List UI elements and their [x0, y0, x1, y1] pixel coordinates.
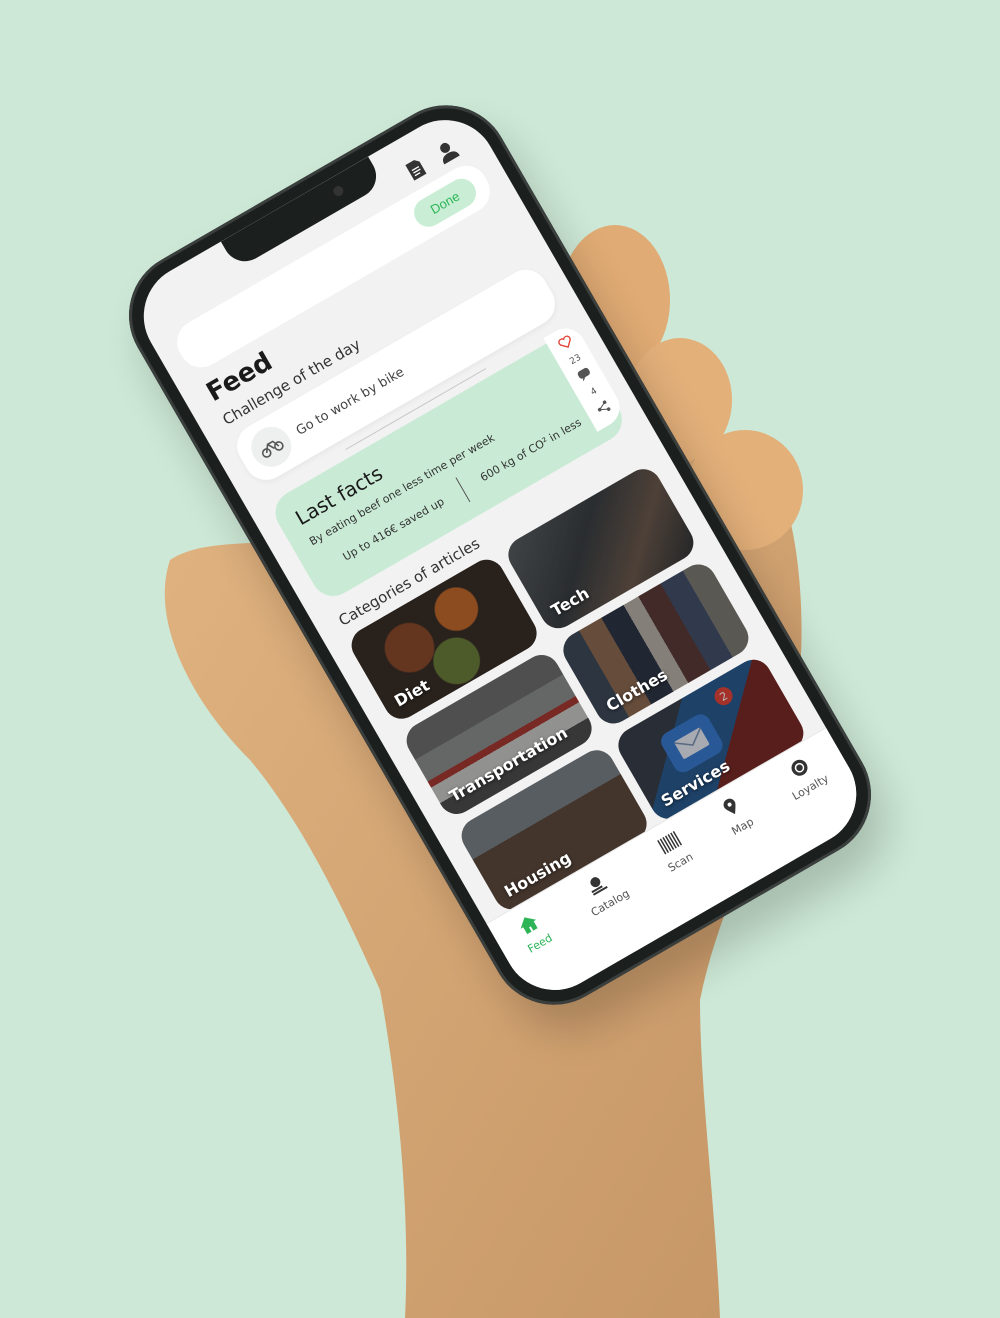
map-pin-icon — [721, 796, 744, 821]
phone-mockup: Done Feed Challenge of the day Go to wor… — [105, 81, 895, 1029]
comment-count: 4 — [589, 386, 600, 398]
nav-map[interactable]: Map — [717, 793, 756, 838]
loyalty-icon — [787, 756, 813, 783]
bike-icon — [243, 419, 299, 475]
share-icon[interactable] — [595, 399, 613, 418]
like-count: 23 — [568, 352, 584, 368]
nav-loyalty[interactable]: Loyalty — [777, 750, 831, 803]
heart-icon[interactable] — [557, 334, 577, 354]
nav-feed[interactable]: Feed — [513, 910, 555, 956]
done-button[interactable]: Done — [408, 173, 482, 232]
profile-icon[interactable] — [433, 137, 461, 166]
document-icon[interactable] — [402, 155, 430, 184]
nav-scan[interactable]: Scan — [653, 828, 695, 875]
comment-icon[interactable] — [576, 367, 595, 386]
app-screen: Done Feed Challenge of the day Go to wor… — [124, 101, 876, 1009]
nav-catalog[interactable]: Catalog — [576, 865, 632, 919]
